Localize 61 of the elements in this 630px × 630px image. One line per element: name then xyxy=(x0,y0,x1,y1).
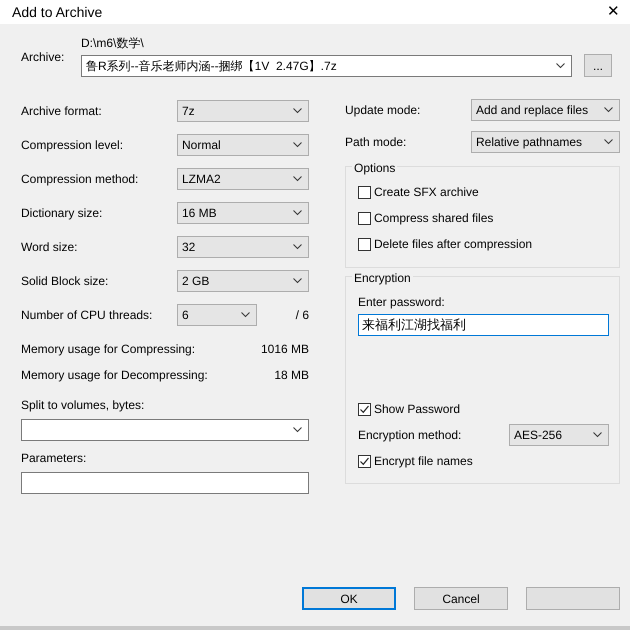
dropdown[interactable]: Add and replace files xyxy=(471,99,620,121)
chevron-icon xyxy=(293,427,302,433)
dropdown[interactable]: Normal xyxy=(177,134,309,156)
folder-path: D:\m6\数学\ xyxy=(81,35,145,52)
dropdown[interactable]: 16 MB xyxy=(177,202,309,224)
dropdown[interactable]: 7z xyxy=(177,100,309,122)
field-label: Parameters: xyxy=(21,450,88,467)
dropdown[interactable]: AES-256 xyxy=(509,424,609,446)
dropdown[interactable]: 32 xyxy=(177,236,309,258)
memory-value: 1016 MB xyxy=(260,341,309,358)
checkbox[interactable] xyxy=(358,238,371,250)
dialog-button[interactable]: Cancel xyxy=(414,587,508,610)
chevron-icon xyxy=(556,62,565,68)
thread-count: / 6 xyxy=(296,307,309,324)
checkbox[interactable] xyxy=(358,454,371,468)
dropdown[interactable]: 6 xyxy=(177,304,257,326)
field-label: Archive format: xyxy=(21,103,103,120)
checkbox[interactable] xyxy=(358,186,371,198)
field-label: Dictionary size: xyxy=(21,205,104,222)
field-label: Compression method: xyxy=(21,171,140,188)
password-field[interactable]: 来福利江湖找福利 xyxy=(358,314,609,336)
window-title: Add to Archive xyxy=(12,2,102,22)
field-label: Archive: xyxy=(21,50,64,64)
chevron-icon xyxy=(293,176,302,182)
chevron-icon xyxy=(293,108,302,114)
checkbox-label: Delete files after compression xyxy=(374,236,532,253)
chevron-icon xyxy=(604,139,613,145)
parameters-field[interactable] xyxy=(21,472,309,494)
chevron-icon xyxy=(604,107,613,113)
field-label: Word size: xyxy=(21,239,78,256)
checkbox-label: Create SFX archive xyxy=(374,184,479,201)
dropdown[interactable]: Relative pathnames xyxy=(471,131,620,153)
browse-button[interactable]: ... xyxy=(584,54,612,77)
dropdown[interactable]: 鲁R系列--音乐老师内涵--捆绑【1V 2.47G】.7z xyxy=(81,54,572,76)
field-label: Update mode: xyxy=(345,102,420,119)
chevron-icon xyxy=(293,244,302,250)
checkbox[interactable] xyxy=(358,212,371,224)
chevron-icon xyxy=(593,432,602,438)
chevron-icon xyxy=(241,312,250,318)
chevron-icon xyxy=(293,142,302,148)
field-label: Number of CPU threads: xyxy=(21,307,154,324)
field-label: Enter password: xyxy=(358,294,446,311)
field-label: Split to volumes, bytes: xyxy=(21,397,146,414)
memory-value: 18 MB xyxy=(274,367,309,384)
field-label: Solid Block size: xyxy=(21,273,110,290)
field-label: Encryption method: xyxy=(358,427,462,444)
memory-label: Memory usage for Decompressing: xyxy=(21,367,208,384)
checkbox-label: Encrypt file names xyxy=(374,453,473,470)
chevron-icon xyxy=(293,210,302,216)
dropdown[interactable]: LZMA2 xyxy=(177,168,309,190)
dropdown[interactable]: 2 GB xyxy=(177,270,309,292)
field-label: Path mode: xyxy=(345,134,406,151)
checkbox[interactable] xyxy=(358,402,371,416)
checkbox-label: Show Password xyxy=(374,401,460,418)
chevron-icon xyxy=(293,278,302,284)
dialog-button[interactable]: OK xyxy=(302,587,396,610)
field-label: Compression level: xyxy=(21,137,124,154)
checkbox-label: Compress shared files xyxy=(374,210,494,227)
close-button[interactable]: ✕ xyxy=(603,0,624,24)
memory-label: Memory usage for Compressing: xyxy=(21,341,196,358)
dropdown[interactable] xyxy=(21,419,309,441)
